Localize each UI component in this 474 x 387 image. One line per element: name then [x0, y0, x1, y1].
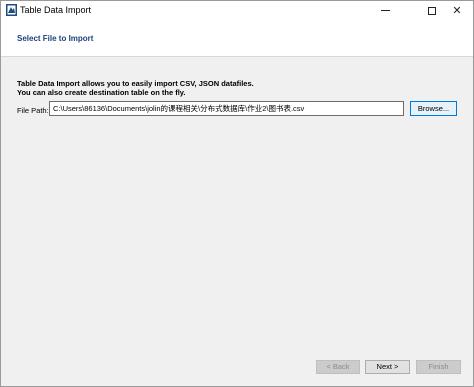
close-button[interactable]: ✕ [439, 1, 474, 20]
file-path-input[interactable]: C:\Users\86136\Documents\jolin的课程相关\分布式数… [49, 101, 404, 116]
page-title: Select File to Import [17, 34, 94, 43]
wizard-footer: < Back Next > Finish [1, 357, 473, 386]
wizard-header: Select File to Import [1, 20, 473, 57]
import-dialog-window: Table Data Import ✕ Select File to Impor… [0, 0, 474, 387]
description-text: Table Data Import allows you to easily i… [17, 79, 254, 97]
next-button[interactable]: Next > [365, 360, 410, 374]
minimize-button[interactable] [367, 1, 403, 20]
minimize-icon [380, 10, 390, 11]
back-button[interactable]: < Back [316, 360, 360, 374]
description-line-1: Table Data Import allows you to easily i… [17, 79, 254, 88]
maximize-icon [428, 6, 436, 15]
title-bar[interactable]: Table Data Import ✕ [1, 1, 473, 20]
description-line-2: You can also create destination table on… [17, 88, 186, 97]
browse-button[interactable]: Browse... [410, 101, 457, 116]
table-import-app-icon [6, 4, 17, 16]
close-icon: ✕ [452, 5, 462, 17]
finish-button[interactable]: Finish [416, 360, 461, 374]
wizard-content: Table Data Import allows you to easily i… [1, 57, 473, 357]
file-path-label: File Path: [17, 106, 49, 115]
window-title: Table Data Import [20, 5, 92, 15]
